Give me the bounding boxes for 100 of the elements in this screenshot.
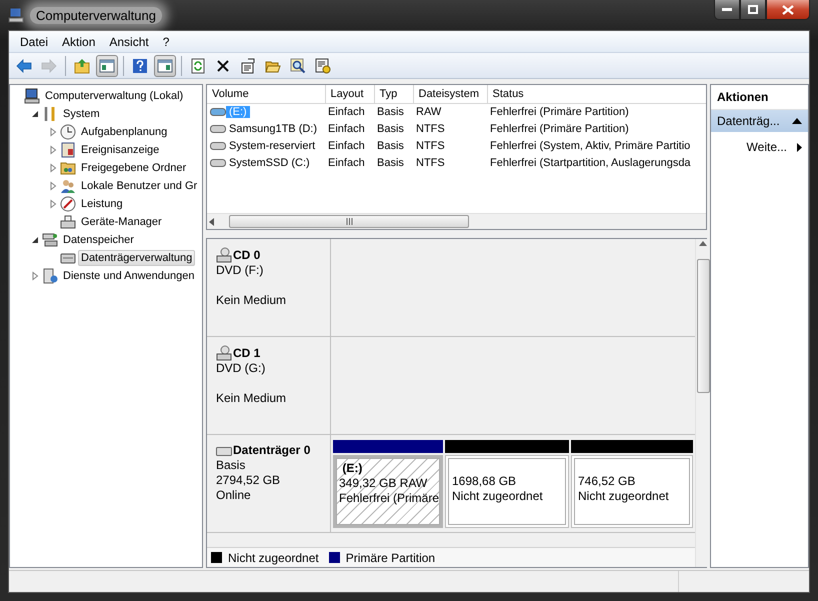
tree-item[interactable]: Aufgabenplanung: [78, 124, 170, 140]
close-icon: [782, 4, 794, 14]
pane-toggle-icon: [99, 58, 115, 74]
folder-up-icon: [74, 58, 90, 74]
expanded-arrow-icon[interactable]: [30, 235, 40, 245]
disk-drive-icon: [216, 444, 232, 456]
tree-item[interactable]: Freigegebene Ordner: [78, 160, 190, 176]
table-cell-text: Basis: [376, 122, 405, 136]
pane-toggle-icon: [157, 58, 173, 74]
disk-detail: Basis: [216, 458, 246, 473]
action-section-header[interactable]: Datenträg...: [711, 110, 808, 132]
forward-arrow-icon: [41, 58, 57, 74]
submenu-arrow-icon: [797, 142, 802, 152]
disk-detail: 2794,52 GB: [216, 473, 282, 488]
horizontal-scrollbar[interactable]: [207, 213, 706, 229]
legend-label: Nicht zugeordnet: [228, 550, 319, 564]
vertical-scrollbar[interactable]: [695, 239, 710, 567]
scrollbar-thumb[interactable]: [229, 215, 469, 228]
partition-status: Fehlerfrei (Primäre: [339, 491, 437, 506]
table-cell-text: Basis: [376, 138, 405, 154]
disk-detail: DVD (F:): [216, 263, 264, 278]
maximize-button[interactable]: [740, 0, 766, 20]
event-log-icon: [60, 142, 76, 158]
table-cell: Einfach: [325, 103, 374, 120]
tree-item[interactable]: Datenträgerverwaltung: [78, 250, 196, 266]
drive-icon: [210, 106, 226, 117]
table-cell-text: NTFS: [415, 156, 446, 170]
minimize-icon: [722, 8, 732, 12]
table-cell: Fehlerfrei (Primäre Partition): [487, 103, 706, 120]
minimize-button[interactable]: [714, 0, 740, 20]
partition-block[interactable]: 1698,68 GB Nicht zugeordnet: [445, 455, 569, 528]
gear-document-icon: [315, 58, 331, 74]
expanded-arrow-icon[interactable]: [30, 109, 40, 119]
table-cell-text: Einfach: [327, 156, 366, 170]
tree-item[interactable]: Ereignisanzeige: [78, 142, 162, 158]
shared-folder-icon: [60, 160, 76, 176]
close-button[interactable]: [766, 0, 810, 20]
action-item[interactable]: Weite...: [711, 136, 808, 158]
partition-size: 349,32 GB RAW: [339, 476, 428, 491]
table-cell-text: Basis: [376, 156, 405, 170]
disk-title: CD 0: [233, 248, 260, 262]
partition-block[interactable]: (E:) 349,32 GB RAW Fehlerfrei (Primäre: [333, 455, 443, 528]
media-status: Kein Medium: [216, 391, 288, 406]
clock-icon: [60, 124, 76, 140]
collapsed-arrow-icon[interactable]: [30, 271, 40, 281]
media-status: Kein Medium: [216, 293, 288, 308]
disk-title: Datenträger 0: [233, 443, 310, 458]
tree-item[interactable]: Datenspeicher: [60, 232, 137, 248]
column-header[interactable]: Layout: [325, 85, 374, 103]
menu-item[interactable]: Aktion: [55, 32, 102, 50]
menu-item[interactable]: Datei: [13, 32, 56, 50]
table-cell-text: Einfach: [327, 138, 366, 154]
table-cell: Basis: [374, 103, 413, 120]
maximize-icon: [748, 5, 758, 14]
table-cell-text: Fehlerfrei (Primäre Partition): [489, 122, 630, 136]
volume-name[interactable]: System-reserviert: [226, 140, 318, 152]
properties-icon: [240, 58, 256, 74]
table-cell-text: Einfach: [327, 122, 366, 136]
window-title: Computerverwaltung: [30, 6, 162, 24]
table-cell-text: NTFS: [415, 122, 446, 136]
magnifier-icon: [290, 58, 306, 74]
storage-icon: [42, 232, 58, 248]
drive-icon: [210, 158, 226, 168]
drive-icon: [210, 140, 226, 150]
drive-icon: [210, 124, 226, 134]
table-cell-text: Fehlerfrei (System, Aktiv, Primäre Partitio: [489, 138, 692, 154]
table-cell: RAW: [413, 103, 487, 120]
users-icon: [60, 178, 76, 194]
partition-block[interactable]: 746,52 GB Nicht zugeordnet: [571, 455, 693, 528]
back-arrow-icon: [16, 58, 32, 74]
disk-detail: Online: [216, 488, 252, 503]
menu-item[interactable]: Ansicht: [102, 32, 156, 50]
column-header[interactable]: Volume: [207, 85, 325, 103]
partition-status: Nicht zugeordnet: [578, 489, 670, 504]
partition-status: Nicht zugeordnet: [452, 489, 544, 504]
help-icon: [132, 58, 148, 74]
partition-name: (E:): [341, 461, 364, 476]
scroll-up-icon: [699, 241, 707, 246]
tree-item[interactable]: Dienste und Anwendungen: [60, 268, 198, 284]
column-header[interactable]: Status: [487, 85, 706, 103]
volume-name[interactable]: SystemSSD (C:): [226, 156, 313, 168]
tree-item[interactable]: Geräte-Manager: [78, 214, 165, 230]
partition-size: 746,52 GB: [578, 474, 636, 489]
column-header[interactable]: Typ: [374, 85, 413, 103]
column-header[interactable]: Dateisystem: [413, 85, 487, 103]
tree-item[interactable]: Leistung: [78, 196, 126, 212]
menu-item[interactable]: ?: [156, 32, 176, 50]
tree-item[interactable]: Lokale Benutzer und Gr: [78, 178, 200, 194]
disk-detail: DVD (G:): [216, 361, 266, 376]
volume-name[interactable]: Samsung1TB (D:): [226, 122, 320, 134]
legend-label: Primäre Partition: [346, 550, 436, 564]
disk-title: CD 1: [233, 346, 260, 360]
tree-item[interactable]: Computerverwaltung (Lokal): [42, 88, 186, 104]
partition-size: 1698,68 GB: [452, 474, 518, 489]
optical-drive-icon: [216, 247, 232, 263]
tree-item[interactable]: System: [60, 106, 103, 122]
optical-drive-icon: [216, 345, 232, 361]
scrollbar-thumb[interactable]: [696, 259, 710, 393]
table-cell-text: Fehlerfrei (Startpartition, Auslagerungsda: [489, 156, 692, 170]
close-x-icon: [215, 58, 231, 74]
